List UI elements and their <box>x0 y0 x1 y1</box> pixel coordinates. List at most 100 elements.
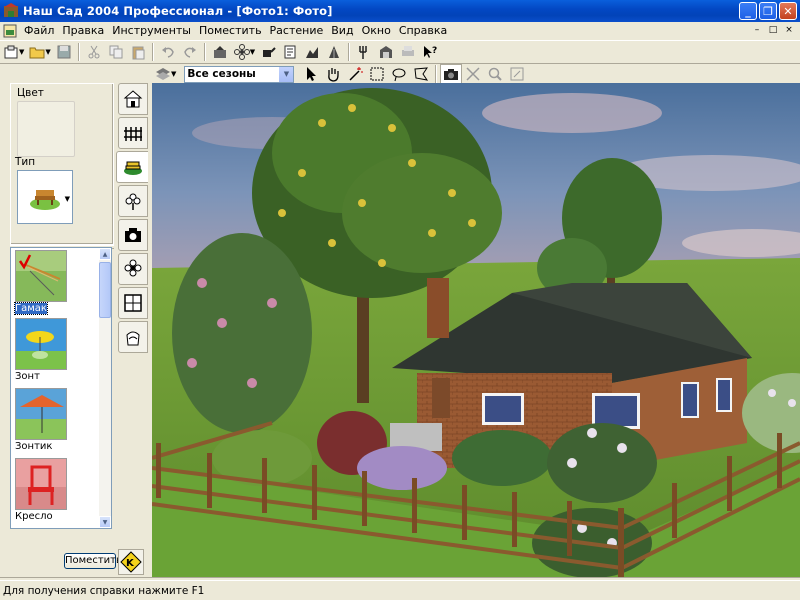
crop-button[interactable] <box>462 64 484 85</box>
watering-can-icon <box>263 47 276 57</box>
close-button[interactable]: ✕ <box>779 2 797 20</box>
list-item[interactable]: Кресло <box>15 458 69 526</box>
chevron-down-icon[interactable]: ▼ <box>171 70 176 78</box>
cut-button[interactable] <box>83 42 105 63</box>
garden-tools-button[interactable] <box>209 42 231 63</box>
toolbar-separator <box>77 43 80 61</box>
watering-can-button[interactable] <box>257 42 279 63</box>
menu-place[interactable]: Поместить <box>195 22 266 40</box>
bag-tab[interactable] <box>118 321 148 353</box>
paste-icon <box>132 46 145 60</box>
open-icon <box>29 47 45 59</box>
scroll-down-icon[interactable]: ▼ <box>99 516 111 528</box>
menu-plant[interactable]: Растение <box>266 22 328 40</box>
wizard-button[interactable]: K <box>118 549 144 575</box>
list-item[interactable]: Зонтик <box>15 388 69 456</box>
undo-icon <box>161 47 174 58</box>
redo-icon <box>183 47 196 58</box>
fork-button[interactable] <box>353 42 375 63</box>
maximize-button[interactable]: ❐ <box>759 2 777 20</box>
chevron-down-icon[interactable]: ▼ <box>19 48 24 56</box>
flower-icon <box>124 259 142 277</box>
list-item[interactable]: Гамак <box>14 250 69 318</box>
hand-icon <box>328 68 340 82</box>
mdi-close-button[interactable]: × <box>782 24 796 37</box>
crop-icon <box>466 67 480 81</box>
lasso-button[interactable] <box>388 64 410 85</box>
copy-button[interactable] <box>105 42 127 63</box>
camera-button[interactable] <box>440 63 463 85</box>
fence-tab[interactable] <box>118 117 148 149</box>
pointer-icon <box>307 67 317 81</box>
rect-select-button[interactable] <box>366 64 388 85</box>
type-selector[interactable]: ▼ <box>17 170 73 224</box>
bench-icon <box>30 190 60 210</box>
save-button[interactable] <box>53 42 75 63</box>
layers-icon <box>156 68 170 80</box>
garden-tools-icon <box>213 46 226 58</box>
menu-bar: Файл Правка Инструменты Поместить Растен… <box>0 22 800 40</box>
notes-button[interactable] <box>279 42 301 63</box>
hand-button[interactable] <box>322 64 344 85</box>
app-icon <box>4 3 18 17</box>
chevron-down-icon[interactable]: ▼ <box>278 66 294 82</box>
view-toolbar: ▼ Все сезоны ▼ <box>152 63 800 85</box>
flower-tab[interactable] <box>118 253 148 285</box>
color-swatch[interactable] <box>17 101 75 157</box>
polygon-select-icon <box>414 67 429 81</box>
rect-select-icon <box>370 67 384 81</box>
tree-tab[interactable] <box>118 185 148 217</box>
chart-icon <box>306 47 319 58</box>
menu-tools[interactable]: Инструменты <box>108 22 195 40</box>
minimize-button[interactable]: _ <box>739 2 757 20</box>
toolbar-separator <box>435 65 438 83</box>
redo-button[interactable] <box>179 42 201 63</box>
undo-button[interactable] <box>157 42 179 63</box>
magic-wand-button[interactable] <box>344 64 366 85</box>
toolbar-separator <box>203 43 206 61</box>
place-button[interactable]: Поместить <box>64 553 122 569</box>
garden-objects-tab[interactable] <box>116 151 148 183</box>
polygon-select-button[interactable] <box>410 64 432 85</box>
chevron-down-icon[interactable]: ▼ <box>45 48 50 56</box>
list-item[interactable]: Зонт <box>15 318 69 386</box>
menu-window[interactable]: Окно <box>358 22 395 40</box>
mdi-restore-button[interactable]: □ <box>766 24 780 37</box>
shovel-button[interactable] <box>323 42 345 63</box>
resize-button[interactable] <box>506 64 528 85</box>
menu-file[interactable]: Файл <box>20 22 58 40</box>
notes-icon <box>284 45 296 59</box>
camera-tab[interactable] <box>118 219 148 251</box>
svg-text:?: ? <box>432 46 437 56</box>
chevron-down-icon[interactable]: ▼ <box>65 195 70 203</box>
title-bar[interactable]: Наш Сад 2004 Профессионал - [Фото1: Фото… <box>0 0 800 22</box>
scroll-thumb[interactable] <box>99 262 111 318</box>
shovel-icon <box>329 46 340 58</box>
menu-help[interactable]: Справка <box>395 22 451 40</box>
scroll-up-icon[interactable]: ▲ <box>99 248 111 260</box>
type-label: Тип <box>15 156 36 168</box>
greenhouse-button[interactable] <box>375 42 397 63</box>
new-object-icon <box>4 45 18 59</box>
window-title: Наш Сад 2004 Профессионал - [Фото1: Фото… <box>23 4 333 18</box>
paste-button[interactable] <box>127 42 149 63</box>
help-cursor-button[interactable]: ? <box>419 42 441 63</box>
garden-3d-view[interactable] <box>152 83 800 578</box>
mdi-minimize-button[interactable]: – <box>750 24 764 37</box>
chevron-down-icon[interactable]: ▼ <box>250 48 255 56</box>
list-scrollbar[interactable]: ▲ ▼ <box>99 248 111 528</box>
chart-button[interactable] <box>301 42 323 63</box>
zoom-button[interactable] <box>484 64 506 85</box>
pointer-button[interactable] <box>300 64 322 85</box>
window-tab[interactable] <box>118 287 148 319</box>
window-icon <box>124 294 142 312</box>
house-tab[interactable] <box>118 83 148 115</box>
print-button[interactable] <box>397 42 419 63</box>
season-combo[interactable]: Все сезоны ▼ <box>184 65 295 83</box>
color-label: Цвет <box>17 87 44 99</box>
fence-icon <box>124 127 142 141</box>
resize-icon <box>510 67 524 81</box>
menu-view[interactable]: Вид <box>327 22 357 40</box>
menu-edit[interactable]: Правка <box>58 22 108 40</box>
document-icon[interactable] <box>3 24 17 38</box>
